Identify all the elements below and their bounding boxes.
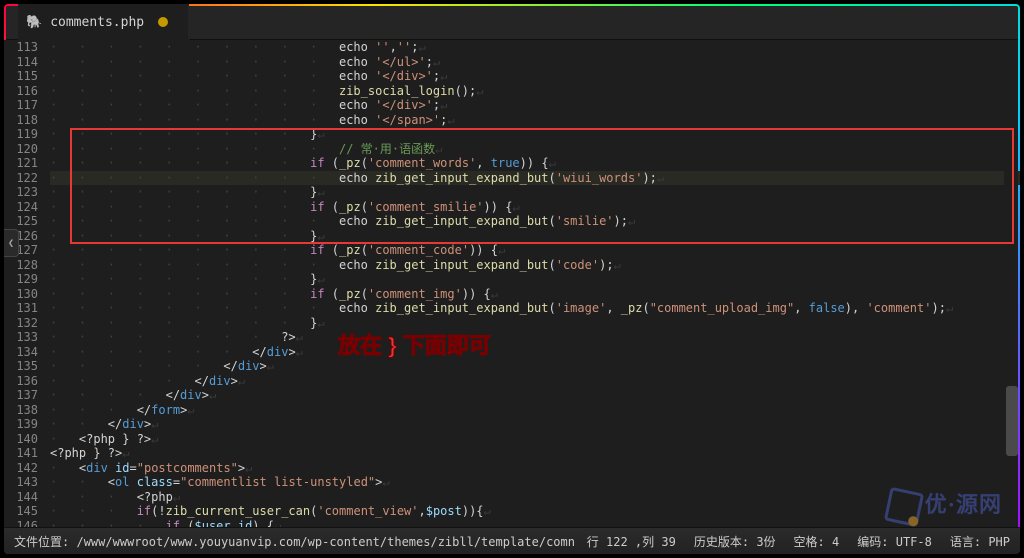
status-bar: 文件位置: /www/wwwroot/www.youyuanvip.com/wp…	[4, 527, 1020, 554]
status-language[interactable]: 语言: PHP	[950, 533, 1010, 550]
status-encoding[interactable]: 编码: UTF-8	[857, 533, 932, 550]
php-file-icon: 🐘	[26, 15, 42, 30]
tab-comments-php[interactable]: 🐘 comments.php	[18, 4, 189, 40]
status-history[interactable]: 历史版本: 3份	[694, 533, 776, 550]
scrollbar-track[interactable]	[1004, 76, 1018, 536]
scrollbar-thumb[interactable]	[1006, 386, 1018, 456]
sidebar-expand-handle[interactable]: ❮	[4, 229, 19, 257]
tab-filename: comments.php	[50, 15, 144, 30]
unsaved-indicator-icon	[158, 17, 168, 27]
status-file-path[interactable]: 文件位置: /www/wwwroot/www.youyuanvip.com/wp…	[14, 533, 575, 550]
editor-area[interactable]: 1131141151161171181191201211221231241251…	[4, 40, 1020, 533]
editor-window: 🐘 comments.php 1131141151161171181191201…	[4, 4, 1020, 554]
status-cursor-position[interactable]: 行 122 ,列 39	[587, 533, 676, 550]
code-content[interactable]: · · · · · · · · · · echo '','';↵· · · · …	[50, 40, 1020, 533]
tab-bar: 🐘 comments.php	[4, 4, 1020, 40]
line-number-gutter: 1131141151161171181191201211221231241251…	[4, 40, 50, 533]
status-indent[interactable]: 空格: 4	[794, 533, 840, 550]
